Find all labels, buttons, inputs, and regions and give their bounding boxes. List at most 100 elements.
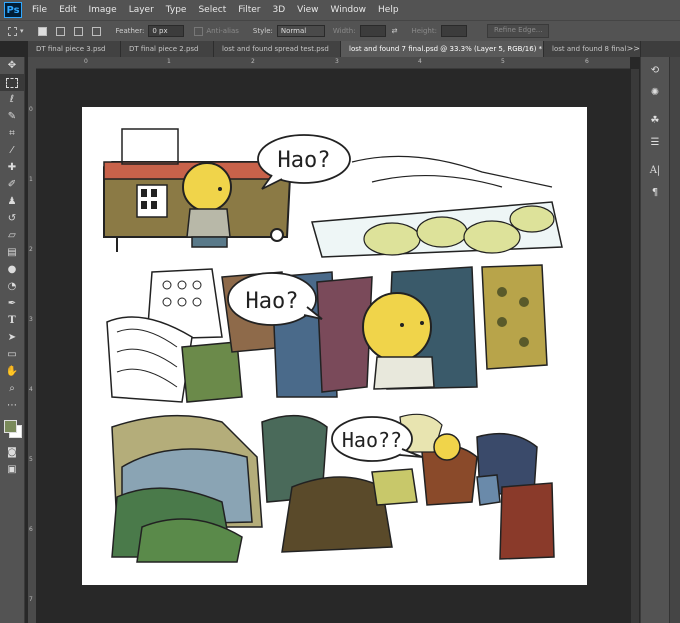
color-swatches [0, 414, 24, 444]
refine-edge-button[interactable]: Refine Edge... [486, 24, 550, 38]
hand-icon[interactable]: ✋ [0, 363, 24, 380]
menu-filter[interactable]: Filter [232, 5, 266, 15]
antialias-label: Anti-alias [206, 27, 239, 35]
gradient-icon[interactable]: ▤ [0, 244, 24, 261]
speech-bubble-text: Hao? [246, 289, 299, 314]
brush-presets-icon[interactable]: ☘ [641, 109, 669, 131]
foreground-color-swatch[interactable] [4, 420, 17, 433]
speech-bubble-text: Hao?? [342, 428, 402, 452]
feather-label: Feather: [115, 27, 145, 35]
menu-view[interactable]: View [291, 5, 324, 15]
document-canvas[interactable]: Hao? Hao? Hao?? [82, 107, 587, 585]
ruler-tick-label: 1 [29, 176, 33, 183]
height-input[interactable] [440, 25, 467, 37]
width-label: Width: [332, 27, 356, 35]
speech-bubble-1: Hao? [257, 134, 351, 190]
photoshop-logo: Ps [4, 2, 22, 18]
vertical-scrollbar[interactable] [631, 69, 639, 623]
ruler-top: 0 1 2 3 4 5 6 [36, 57, 630, 69]
clone-stamp-icon[interactable]: ♟ [0, 193, 24, 210]
more-tools-icon[interactable]: ⋯ [0, 397, 24, 414]
style-select[interactable]: Normal [276, 25, 325, 37]
screen-mode-icon[interactable]: ▣ [0, 461, 24, 478]
blur-icon[interactable]: ● [0, 261, 24, 278]
path-select-icon[interactable]: ➤ [0, 329, 24, 346]
history-brush-icon[interactable]: ↺ [0, 210, 24, 227]
options-bar: ▾ Feather: 0 px Anti-alias Style: Normal… [0, 20, 680, 41]
quick-select-icon[interactable]: ✎ [0, 108, 24, 125]
navigator-icon[interactable]: ✺ [641, 81, 669, 103]
marquee-preset-icon[interactable]: ▾ [8, 26, 24, 36]
tool-presets-icon[interactable]: ☰ [641, 131, 669, 153]
menu-layer[interactable]: Layer [123, 5, 160, 15]
document-tabs: DT final piece 3.psd DT final piece 2.ps… [28, 41, 680, 57]
antialias-checkbox[interactable]: Anti-alias [194, 26, 239, 36]
panel-3-blankets [111, 414, 263, 563]
add-selection-icon[interactable] [55, 26, 68, 36]
menu-type[interactable]: Type [160, 5, 193, 15]
menu-edit[interactable]: Edit [53, 5, 82, 15]
type-icon[interactable]: T [0, 312, 24, 329]
ruler-tick-label: 2 [251, 58, 255, 65]
menu-help[interactable]: Help [372, 5, 405, 15]
history-icon[interactable]: ⟲ [641, 59, 669, 81]
dodge-icon[interactable]: ◔ [0, 278, 24, 295]
panel-dock: ⟲ ✺ ☘ ☰ A| ¶ [640, 57, 669, 623]
tab-document[interactable]: DT final piece 3.psd [28, 41, 121, 57]
ruler-tick-label: 4 [418, 58, 422, 65]
quick-mask-icon[interactable]: ◙ [0, 444, 24, 461]
new-selection-icon[interactable] [37, 26, 50, 36]
swap-icon[interactable]: ⇄ [392, 27, 398, 35]
ruler-tick-label: 0 [29, 106, 33, 113]
ruler-tick-label: 6 [585, 58, 589, 65]
ruler-tick-label: 6 [29, 526, 33, 533]
feather-input[interactable]: 0 px [148, 25, 185, 37]
ruler-tick-label: 1 [167, 58, 171, 65]
move-icon[interactable]: ✥ [0, 57, 24, 74]
panel-edge [669, 57, 680, 623]
ruler-tick-label: 2 [29, 246, 33, 253]
tab-label: lost and found 7 final.psd @ 33.3% (Laye… [349, 45, 543, 53]
marquee-icon[interactable] [0, 74, 24, 91]
pen-icon[interactable]: ✒ [0, 295, 24, 312]
tab-document[interactable]: DT final piece 2.psd [121, 41, 214, 57]
lasso-icon[interactable]: ℓ [0, 91, 24, 108]
style-label: Style: [252, 27, 273, 35]
healing-icon[interactable]: ✚ [0, 159, 24, 176]
panel-1-dumplings [311, 155, 563, 258]
tab-label: DT final piece 3.psd [36, 45, 106, 53]
zoom-icon[interactable]: ⌕ [0, 380, 24, 397]
character-icon[interactable]: A| [641, 159, 669, 181]
menu-window[interactable]: Window [325, 5, 373, 15]
subtract-selection-icon[interactable] [73, 26, 86, 36]
panel-2-clothes [106, 264, 548, 403]
comic-artwork: Hao? Hao? Hao?? [103, 128, 563, 563]
ruler-tick-label: 4 [29, 386, 33, 393]
menu-image[interactable]: Image [83, 5, 123, 15]
ruler-tick-label: 3 [29, 316, 33, 323]
ruler-tick-label: 7 [29, 596, 33, 603]
tab-label: lost and found 8 final [552, 45, 627, 53]
eraser-icon[interactable]: ▱ [0, 227, 24, 244]
tabs-overflow-icon[interactable]: >> [627, 41, 640, 57]
ruler-tick-label: 0 [84, 58, 88, 65]
shape-icon[interactable]: ▭ [0, 346, 24, 363]
intersect-selection-icon[interactable] [91, 26, 104, 36]
ruler-tick-label: 5 [501, 58, 505, 65]
menu-select[interactable]: Select [192, 5, 232, 15]
ruler-corner [28, 57, 36, 68]
menu-file[interactable]: File [26, 5, 53, 15]
ruler-tick-label: 5 [29, 456, 33, 463]
tab-label: DT final piece 2.psd [129, 45, 199, 53]
tab-document-active[interactable]: lost and found 7 final.psd @ 33.3% (Laye… [341, 41, 544, 57]
brush-icon[interactable]: ✐ [0, 176, 24, 193]
tab-document[interactable]: lost and found spread test.psd [214, 41, 341, 57]
speech-bubble-text: Hao? [278, 148, 331, 173]
paragraph-icon[interactable]: ¶ [641, 181, 669, 203]
menu-3d[interactable]: 3D [267, 5, 292, 15]
tab-label: lost and found spread test.psd [222, 45, 329, 53]
width-input[interactable] [359, 25, 386, 37]
crop-icon[interactable]: ⌗ [0, 125, 24, 142]
toolbox: ✥ ℓ ✎ ⌗ ⁄ ✚ ✐ ♟ ↺ ▱ ▤ ● ◔ ✒ T ➤ ▭ ✋ ⌕ ⋯ … [0, 57, 25, 623]
eyedropper-icon[interactable]: ⁄ [0, 142, 24, 159]
